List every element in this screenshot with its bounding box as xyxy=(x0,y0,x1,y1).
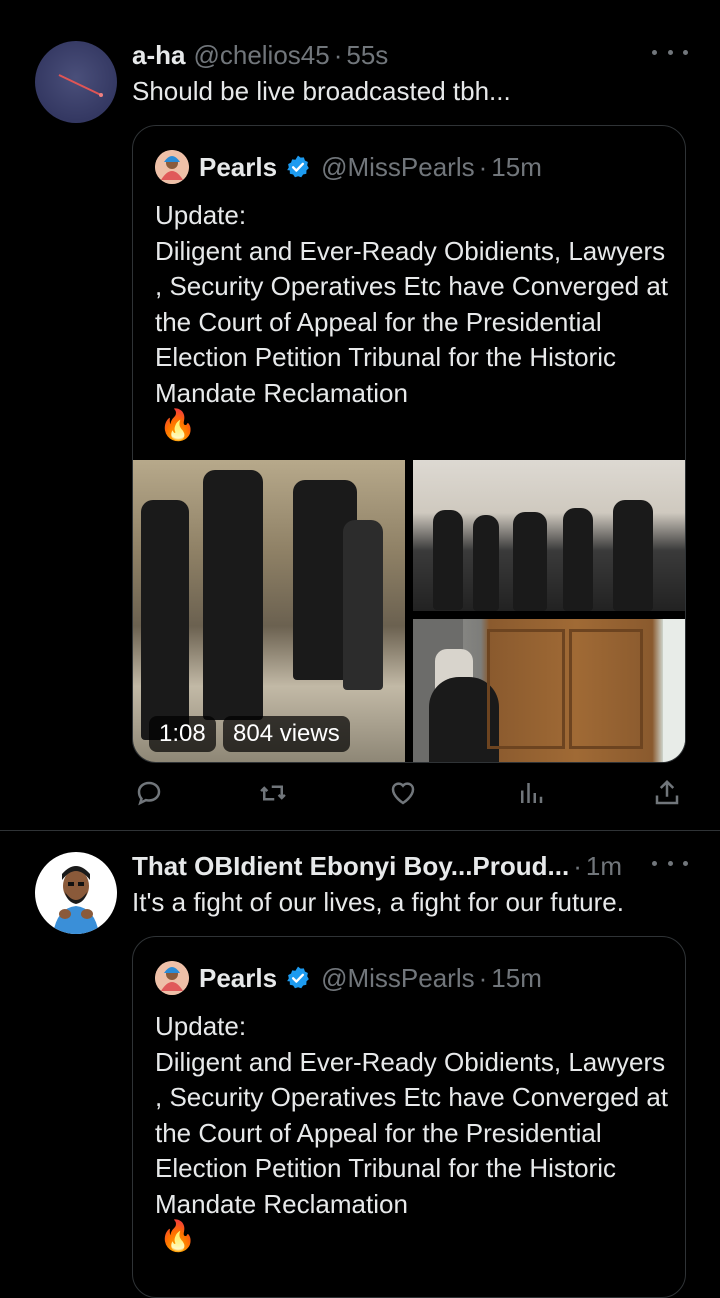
quoted-display-name: Pearls xyxy=(199,151,278,182)
quoted-handle: @MissPearls xyxy=(321,962,475,993)
quoted-tweet[interactable]: Pearls @MissPearls · 15m Update: Diligen… xyxy=(132,125,686,763)
share-icon[interactable] xyxy=(652,778,682,808)
display-name[interactable]: a-ha xyxy=(132,40,185,71)
media-grid[interactable]: 1:08 804 views xyxy=(133,460,685,762)
tweet-text: It's a fight of our lives, a fight for o… xyxy=(132,887,624,917)
cartoon-man-avatar xyxy=(53,866,99,934)
quoted-text: Update: Diligent and Ever-Ready Obidient… xyxy=(155,200,669,408)
quoted-timestamp: 15m xyxy=(491,151,542,182)
meteor-icon xyxy=(58,74,103,97)
video-thumbnail[interactable]: 1:08 804 views xyxy=(133,460,405,762)
more-options-icon[interactable] xyxy=(652,42,688,62)
fire-emoji: 🔥 xyxy=(159,409,197,442)
photo-thumbnail[interactable] xyxy=(413,619,685,762)
tweet[interactable]: a-ha @chelios45 · 55s Should be live bro… xyxy=(0,0,720,830)
like-icon[interactable] xyxy=(388,778,418,808)
fire-emoji: 🔥 xyxy=(159,1220,197,1253)
quoted-timestamp: 15m xyxy=(491,962,542,993)
more-options-icon[interactable] xyxy=(652,853,688,873)
video-duration-badge: 1:08 xyxy=(149,716,216,752)
video-views-badge: 804 views xyxy=(223,716,350,752)
views-icon[interactable] xyxy=(516,778,546,808)
quoted-display-name: Pearls xyxy=(199,962,278,993)
user-handle[interactable]: @chelios45 xyxy=(193,40,329,71)
separator-dot: · xyxy=(573,851,582,881)
timestamp[interactable]: 1m xyxy=(586,851,622,882)
tweet-text: Should be live broadcasted tbh... xyxy=(132,76,511,106)
separator-dot: · xyxy=(478,151,488,182)
display-name[interactable]: That OBIdient Ebonyi Boy...Proud... xyxy=(132,851,569,882)
separator-dot: · xyxy=(478,962,488,993)
tweet[interactable]: That OBIdient Ebonyi Boy...Proud... · 1m… xyxy=(0,831,720,1298)
reply-icon[interactable] xyxy=(134,778,164,808)
verified-badge-icon xyxy=(287,966,309,989)
user-avatar[interactable] xyxy=(35,41,117,123)
quoted-avatar[interactable] xyxy=(155,961,189,995)
quoted-avatar[interactable] xyxy=(155,150,189,184)
action-bar xyxy=(132,778,684,812)
user-avatar[interactable] xyxy=(35,852,117,934)
quoted-tweet[interactable]: Pearls @MissPearls · 15m Update: Diligen… xyxy=(132,936,686,1298)
retweet-icon[interactable] xyxy=(258,778,288,808)
separator-dot: · xyxy=(333,40,343,70)
quoted-handle: @MissPearls xyxy=(321,151,475,182)
quoted-text: Update: Diligent and Ever-Ready Obidient… xyxy=(155,1011,669,1219)
photo-thumbnail[interactable] xyxy=(413,460,685,611)
verified-badge-icon xyxy=(287,155,309,178)
timestamp[interactable]: 55s xyxy=(346,40,388,71)
